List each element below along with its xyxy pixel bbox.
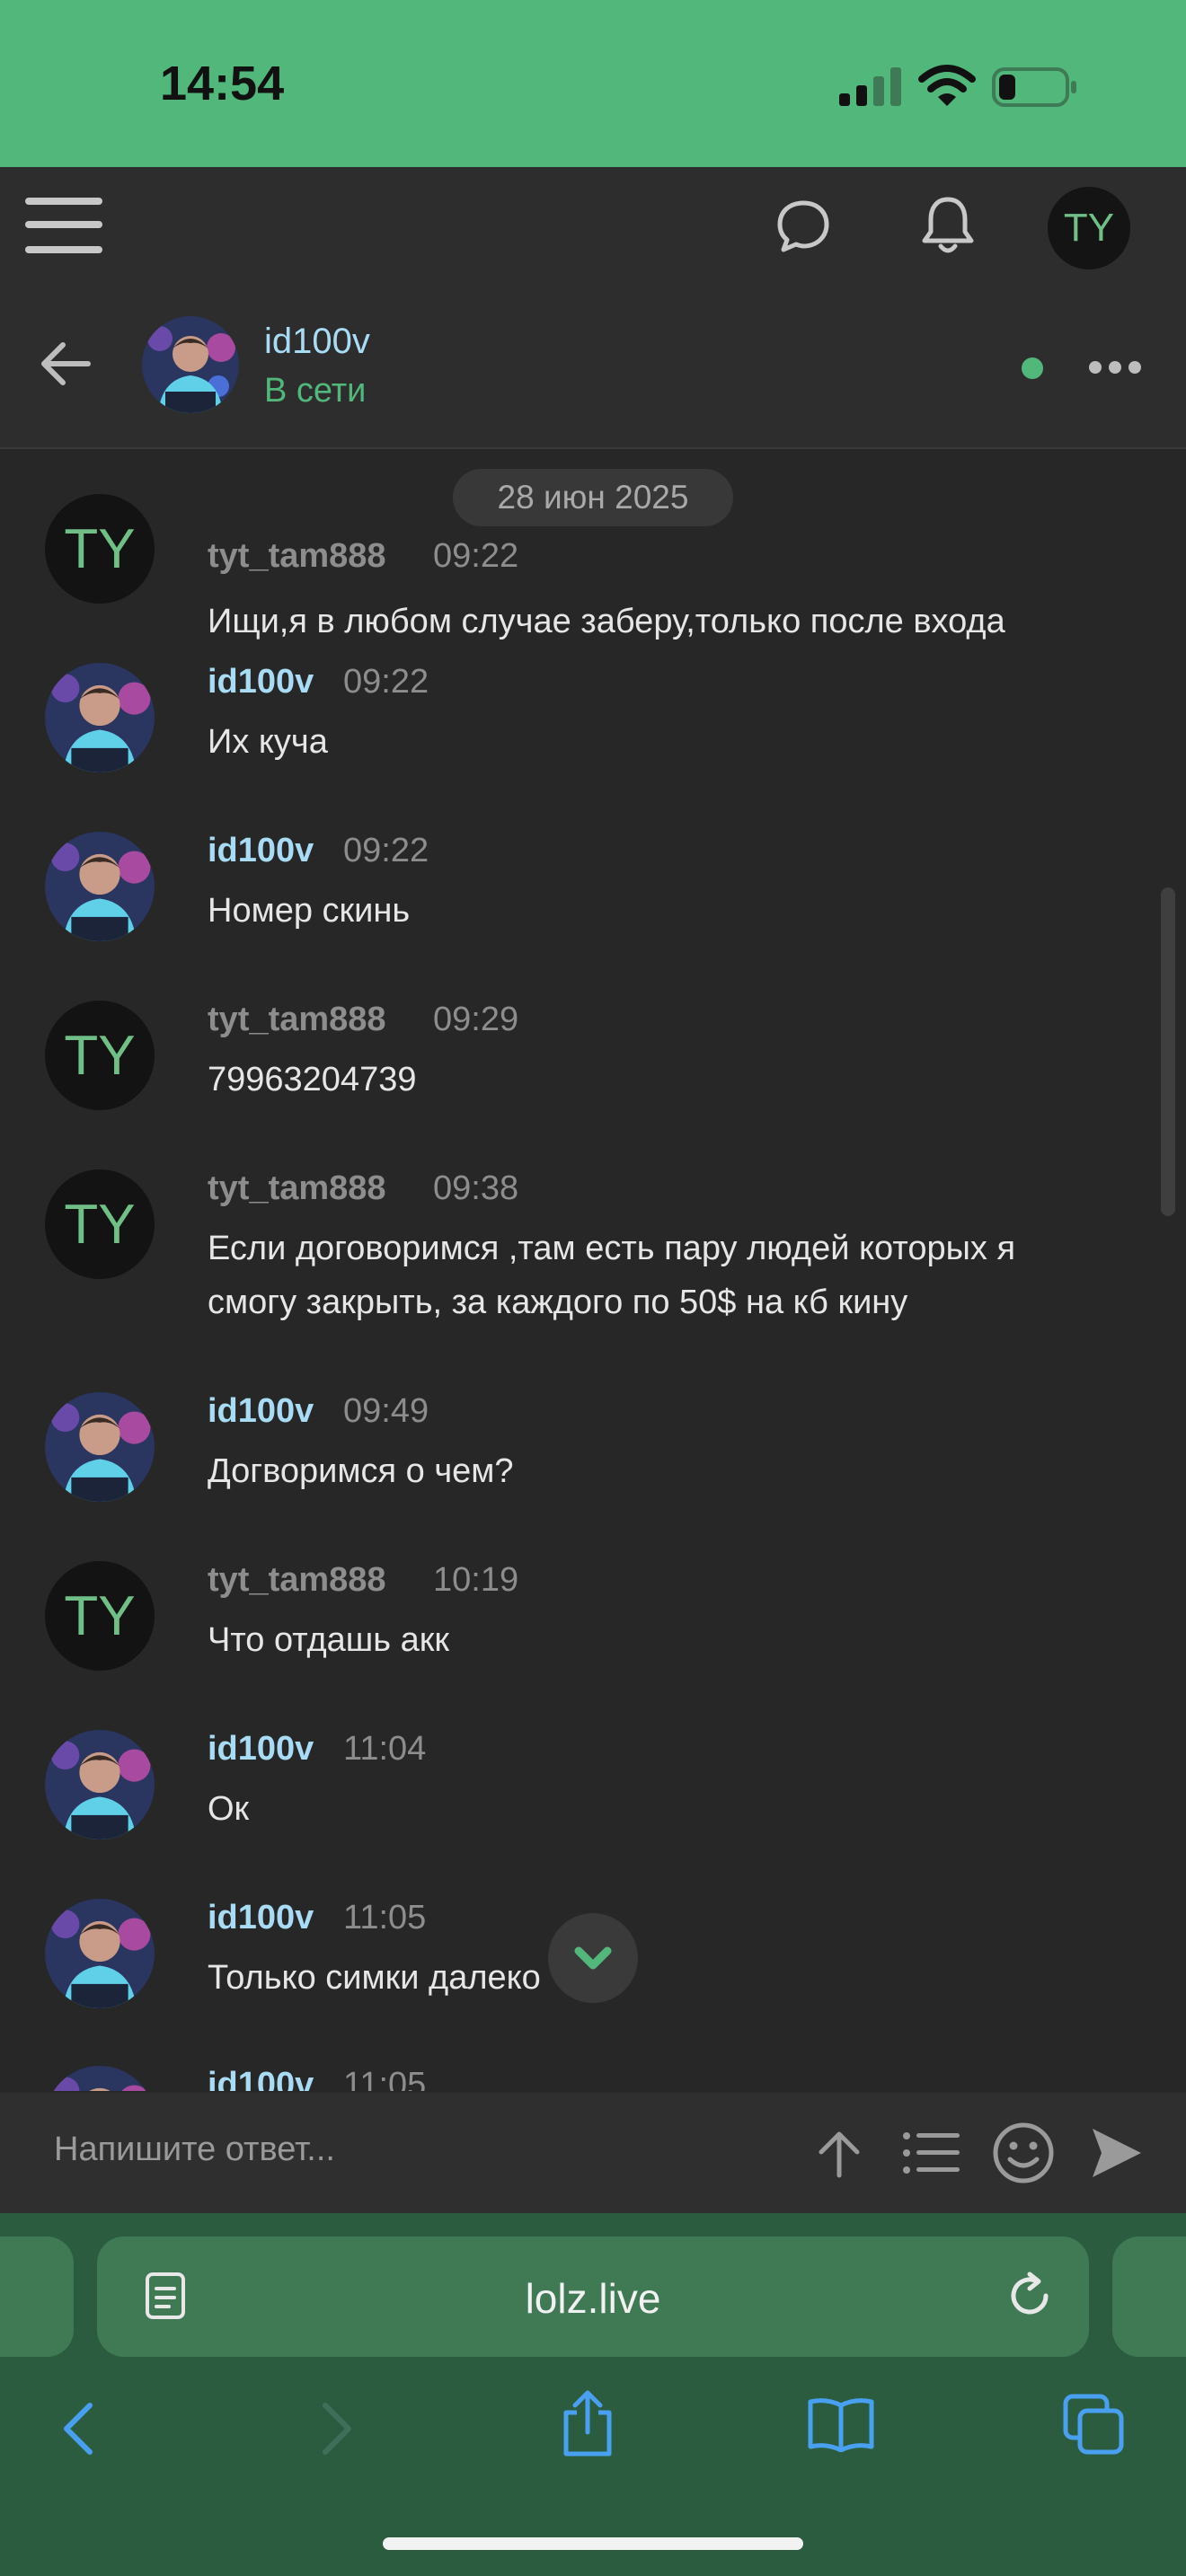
- reply-composer: Напишите ответ...: [0, 2093, 1186, 2213]
- message-author[interactable]: id100v: [208, 663, 314, 701]
- partner-avatar[interactable]: [142, 316, 239, 413]
- message-time: 09:49: [343, 1392, 429, 1430]
- message-text: Ок: [208, 1790, 250, 1828]
- forward-icon[interactable]: [320, 2400, 356, 2457]
- author-avatar[interactable]: [45, 1899, 155, 2008]
- online-indicator: [1022, 357, 1043, 379]
- author-avatar[interactable]: TY: [45, 1001, 155, 1110]
- message-time: 09:38: [433, 1169, 519, 1207]
- chat-bubble-icon[interactable]: [774, 198, 832, 255]
- emoji-icon[interactable]: [992, 2122, 1055, 2184]
- status-bar: 14:54: [0, 0, 1186, 167]
- message-author[interactable]: id100v: [208, 832, 314, 870]
- message-time: 10:19: [433, 1561, 519, 1599]
- message-time: 11:04: [343, 1730, 427, 1768]
- message-author[interactable]: id100v: [208, 1730, 314, 1769]
- message-list[interactable]: TY tyt_tam888 09:22 Ищи,я в любом случае…: [0, 451, 1186, 2091]
- browser-toolbar: lolz.live: [0, 2213, 1186, 2576]
- share-icon[interactable]: [561, 2389, 615, 2457]
- message-time: 09:22: [343, 832, 429, 869]
- author-avatar[interactable]: TY: [45, 1561, 155, 1671]
- reload-icon[interactable]: [1005, 2271, 1055, 2321]
- author-avatar[interactable]: [45, 663, 155, 772]
- message-text: Номер скинь: [208, 892, 411, 930]
- message-text: Только симки далеко: [208, 1959, 541, 1997]
- message-text: Ищи,я в любом случае заберу,только после…: [208, 603, 1005, 640]
- partner-status: В сети: [264, 372, 367, 410]
- more-options-icon[interactable]: [1089, 359, 1141, 375]
- forum-header: TY: [0, 167, 1186, 286]
- message-text: Догворимся о чем?: [208, 1452, 514, 1490]
- message-author[interactable]: tyt_tam888: [208, 1001, 386, 1039]
- author-avatar[interactable]: [45, 1730, 155, 1839]
- date-separator: 28 июн 2025: [453, 469, 733, 526]
- bookmarks-icon[interactable]: [807, 2396, 875, 2452]
- scroll-to-bottom-button[interactable]: [548, 1913, 638, 2003]
- message-time: 09:29: [433, 1001, 519, 1038]
- message-time: 11:05: [343, 2066, 427, 2091]
- chevron-down-icon: [574, 1946, 612, 1970]
- author-avatar[interactable]: [45, 1392, 155, 1502]
- message-text: 79963204739: [208, 1061, 417, 1098]
- back-icon[interactable]: [59, 2400, 95, 2457]
- address-bar[interactable]: lolz.live: [97, 2236, 1089, 2357]
- message-text-line-2: смогу закрыть, за каждого по 50$ на кб к…: [208, 1284, 908, 1321]
- next-tab[interactable]: [1112, 2236, 1186, 2357]
- author-avatar[interactable]: TY: [45, 494, 155, 604]
- message-time: 11:05: [343, 1899, 427, 1936]
- hamburger-icon[interactable]: [25, 192, 104, 259]
- status-time: 14:54: [160, 57, 285, 110]
- message-author[interactable]: tyt_tam888: [208, 1561, 386, 1600]
- message-time: 09:22: [433, 537, 519, 575]
- reply-input[interactable]: Напишите ответ...: [54, 2130, 335, 2169]
- partner-name[interactable]: id100v: [264, 322, 370, 362]
- url-text[interactable]: lolz.live: [97, 2274, 1089, 2323]
- author-avatar[interactable]: [45, 832, 155, 941]
- conversation-header: id100v В сети: [0, 286, 1186, 449]
- message-author[interactable]: id100v: [208, 2066, 314, 2091]
- list-icon[interactable]: [902, 2130, 961, 2175]
- tabs-icon[interactable]: [1062, 2393, 1125, 2456]
- author-avatar[interactable]: TY: [45, 1169, 155, 1279]
- message-time: 09:22: [343, 663, 429, 701]
- user-avatar[interactable]: TY: [1048, 187, 1130, 269]
- message-text: Их куча: [208, 723, 328, 761]
- message-text: Что отдашь акк: [208, 1621, 449, 1659]
- bell-icon[interactable]: [918, 194, 978, 257]
- app-root: 14:54 TY id100v В сети TY tyt_tam888 09:…: [0, 0, 1186, 2576]
- battery-icon: [992, 67, 1076, 107]
- message-text: Если договоримся ,там есть пару людей ко…: [208, 1230, 1016, 1267]
- send-icon[interactable]: [1089, 2125, 1145, 2181]
- wifi-icon: [918, 65, 976, 106]
- author-avatar[interactable]: [45, 2066, 155, 2091]
- cellular-signal-icon: [839, 67, 901, 106]
- message-author[interactable]: tyt_tam888: [208, 537, 386, 576]
- scrollbar-thumb[interactable]: [1161, 887, 1175, 1216]
- back-arrow-icon[interactable]: [38, 336, 93, 392]
- message-author[interactable]: tyt_tam888: [208, 1169, 386, 1208]
- message-author[interactable]: id100v: [208, 1392, 314, 1431]
- message-author[interactable]: id100v: [208, 1899, 314, 1937]
- upload-arrow-icon[interactable]: [814, 2129, 864, 2179]
- home-indicator[interactable]: [383, 2537, 803, 2550]
- previous-tab[interactable]: [0, 2236, 74, 2357]
